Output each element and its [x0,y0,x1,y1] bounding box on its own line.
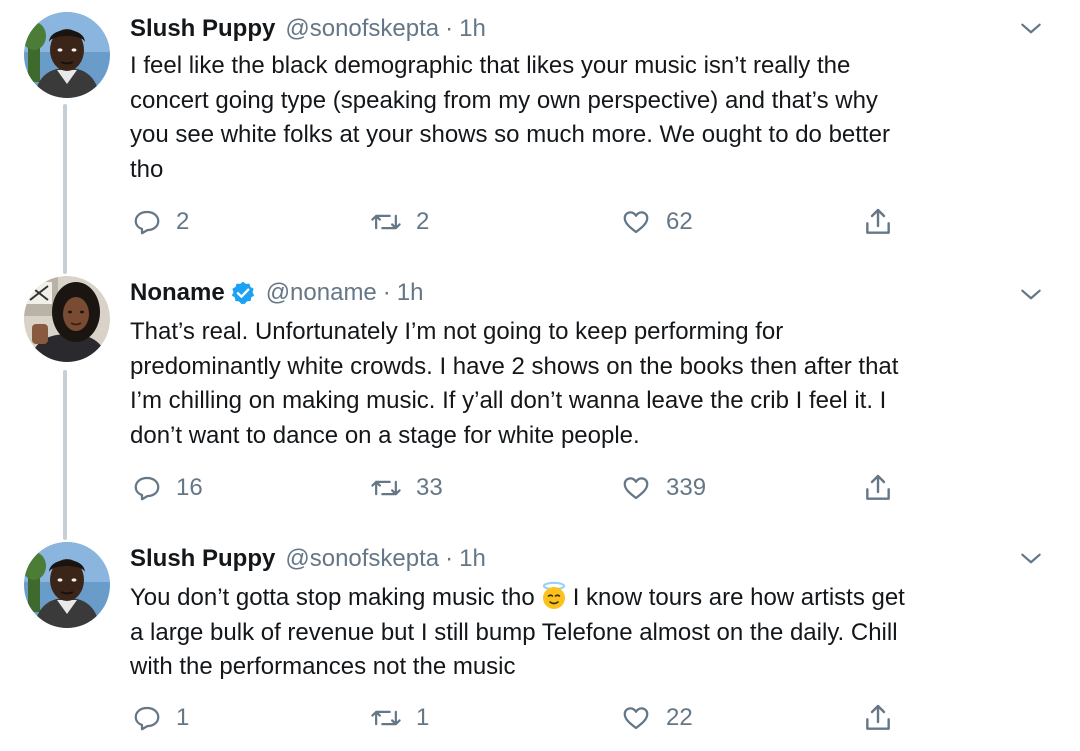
like-count: 22 [666,704,693,731]
chevron-down-icon[interactable] [1018,282,1044,308]
heart-icon [623,707,649,730]
avatar[interactable] [24,542,110,628]
heart-icon [623,477,649,500]
share-icon [866,704,890,730]
retweet-button[interactable]: 33 [370,468,443,508]
like-button[interactable]: 22 [620,698,693,738]
reply-button[interactable]: 2 [132,202,189,242]
retweet-icon [371,480,401,496]
tweet-header: Noname @noname · 1h [130,276,423,310]
tweet[interactable]: Slush Puppy @sonofskepta · 1h You don’t … [0,528,1080,751]
share-icon [866,474,890,500]
timestamp[interactable]: 1h [397,279,424,307]
retweet-icon [371,214,401,230]
display-name[interactable]: Noname [130,279,225,307]
tweet-text: You don’t gotta stop making music tho I … [130,581,1050,685]
tweet-actions: 16 33 339 [130,468,910,508]
user-handle[interactable]: @noname [266,279,377,307]
tweet-thread: Slush Puppy @sonofskepta · 1h I feel lik… [0,0,1080,751]
chevron-down-icon[interactable] [1018,546,1044,572]
retweet-icon [371,710,401,726]
like-button[interactable]: 339 [620,468,706,508]
share-button[interactable] [862,468,894,508]
innocent-face-emoji-icon [542,581,565,609]
tweet[interactable]: Noname @noname · 1h That’s real. Unfortu… [0,258,1080,528]
user-handle[interactable]: @sonofskepta [285,15,439,43]
display-name[interactable]: Slush Puppy [130,15,275,43]
retweet-button[interactable]: 2 [370,202,429,242]
like-count: 62 [666,208,693,235]
tweet[interactable]: Slush Puppy @sonofskepta · 1h I feel lik… [0,0,1080,258]
separator-dot: · [445,545,454,572]
separator-dot: · [445,15,454,42]
reply-icon [134,706,160,731]
retweet-count: 2 [416,208,430,235]
retweet-button[interactable]: 1 [370,698,429,738]
timestamp[interactable]: 1h [459,15,486,43]
tweet-text-line: you see white folks at your shows so muc… [130,121,890,148]
share-button[interactable] [862,698,894,738]
user-handle[interactable]: @sonofskepta [285,545,439,573]
tweet-text-line: You don’t gotta stop making music tho I … [130,581,1050,616]
chevron-down-icon[interactable] [1018,16,1044,42]
tweet-text-line: I feel like the black demographic that l… [130,52,851,79]
retweet-count: 33 [416,474,443,501]
heart-icon [623,211,649,234]
tweet-text-line: tho [130,155,164,183]
tweet-actions: 1 1 22 [130,698,910,738]
like-count: 339 [666,474,707,501]
separator-dot: · [382,279,391,306]
profile-photo-slush-puppy-icon [24,12,110,98]
reply-icon [134,476,160,501]
tweet-text-line: don’t want to dance on a stage for white… [130,421,640,449]
display-name[interactable]: Slush Puppy [130,545,275,573]
profile-photo-noname-icon [24,276,110,362]
reply-count: 1 [176,704,190,731]
like-button[interactable]: 62 [620,202,693,242]
tweet-text-line: I’m chilling on making music. If y’all d… [130,387,887,414]
reply-count: 16 [176,474,203,501]
tweet-text-line: predominantly white crowds. I have 2 sho… [130,352,899,380]
share-icon [866,208,890,234]
share-button[interactable] [862,202,894,242]
tweet-text-line: with the performances not the music [130,653,516,680]
tweet-header: Slush Puppy @sonofskepta · 1h [130,542,486,576]
tweet-text: I feel like the black demographic that l… [130,49,1050,187]
profile-photo-slush-puppy-icon [24,542,110,628]
timestamp[interactable]: 1h [459,545,486,573]
verified-badge-icon [231,281,254,305]
reply-icon [134,210,160,235]
tweet-text: That’s real. Unfortunately I’m not going… [130,315,1050,453]
tweet-text-line: concert going type (speaking from my own… [130,86,878,114]
tweet-text-segment: You don’t gotta stop making music tho [130,584,535,611]
tweet-header: Slush Puppy @sonofskepta · 1h [130,12,486,46]
tweet-text-line: That’s real. Unfortunately I’m not going… [130,318,784,345]
tweet-text-segment: I know tours are how artists get [572,584,905,611]
reply-count: 2 [176,208,190,235]
reply-button[interactable]: 1 [132,698,189,738]
tweet-text-line: a large bulk of revenue but I still bump… [130,618,898,646]
reply-button[interactable]: 16 [132,468,203,508]
avatar[interactable] [24,12,110,98]
retweet-count: 1 [416,704,430,731]
tweet-actions: 2 2 62 [130,202,910,242]
avatar[interactable] [24,276,110,362]
